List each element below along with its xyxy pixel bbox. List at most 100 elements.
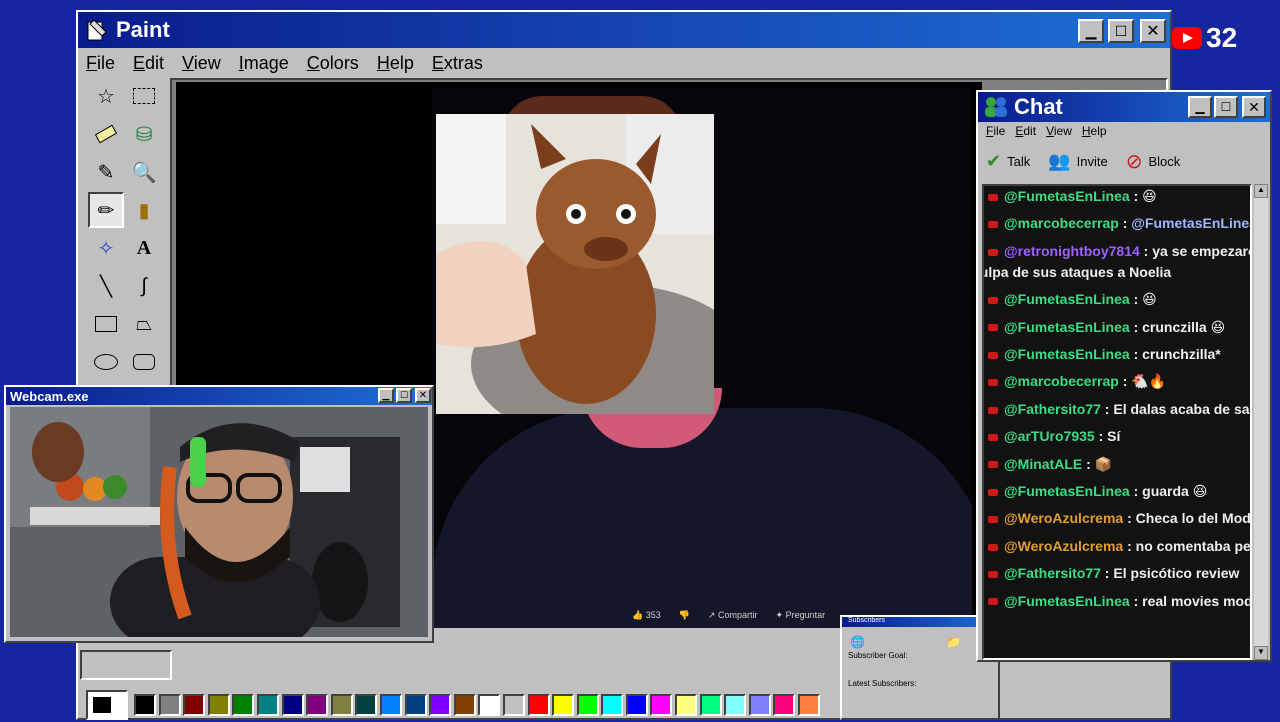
maximize-button[interactable]: ☐ — [1108, 19, 1134, 43]
palette-color[interactable] — [601, 694, 624, 716]
chat-log[interactable]: @FumetasEnLinea : 😆 @marcobecerrap : @Fum… — [982, 184, 1252, 660]
chat-maximize-button[interactable]: ☐ — [1214, 96, 1238, 118]
menu-extras[interactable]: Extras — [432, 53, 483, 74]
webcam-maximize-button[interactable]: ☐ — [396, 388, 412, 403]
brush-icon[interactable]: ▮ — [126, 192, 162, 228]
curve-icon[interactable]: ∫ — [126, 268, 162, 304]
palette-color[interactable] — [330, 694, 353, 716]
eraser-icon[interactable] — [88, 116, 124, 152]
chat-menu-help[interactable]: Help — [1082, 124, 1107, 138]
chat-username[interactable]: @FumetasEnLinea — [1004, 188, 1130, 204]
chat-titlebar[interactable]: Chat ▁ ☐ ✕ — [978, 92, 1270, 122]
webcam-titlebar[interactable]: Webcam.exe ▁ ☐ ✕ — [6, 387, 432, 405]
webcam-close-button[interactable]: ✕ — [415, 388, 431, 403]
chat-username[interactable]: @FumetasEnLinea — [1004, 319, 1130, 335]
share-button[interactable]: ↗ Compartir — [708, 610, 758, 621]
chat-username[interactable]: @arTUro7935 — [1004, 428, 1095, 444]
chat-username[interactable]: @FumetasEnLinea — [1004, 346, 1130, 362]
chat-username[interactable]: @MinatALE — [1004, 456, 1082, 472]
close-button[interactable]: ✕ — [1140, 19, 1166, 43]
chat-scrollbar[interactable]: ▲ ▼ — [1254, 184, 1268, 660]
rectangle-icon[interactable] — [88, 306, 124, 342]
chat-username[interactable]: @FumetasEnLinea — [1004, 291, 1130, 307]
pencil-icon[interactable]: ✏ — [88, 192, 124, 228]
palette-color[interactable] — [158, 694, 181, 716]
palette-color[interactable] — [478, 694, 501, 716]
fill-bucket-icon[interactable]: ⛁ — [126, 116, 162, 152]
chat-menu-view[interactable]: View — [1046, 124, 1072, 138]
palette-color[interactable] — [355, 694, 378, 716]
chat-menu-edit[interactable]: Edit — [1015, 124, 1036, 138]
palette-color[interactable] — [527, 694, 550, 716]
palette-color[interactable] — [281, 694, 304, 716]
palette-color[interactable] — [134, 694, 156, 716]
palette-color[interactable] — [256, 694, 279, 716]
palette-color[interactable] — [675, 694, 698, 716]
menu-file[interactable]: File — [86, 53, 115, 74]
ask-button[interactable]: ✦ Preguntar — [776, 610, 826, 621]
invite-button[interactable]: 👥 Invite — [1048, 151, 1108, 172]
color-picker-icon[interactable]: ✎ — [88, 154, 124, 190]
talk-button[interactable]: ✔ Talk — [986, 151, 1030, 172]
palette-color[interactable] — [699, 694, 722, 716]
paint-app-icon — [87, 19, 107, 41]
chat-username[interactable]: @FumetasEnLinea — [1004, 483, 1130, 499]
palette-color[interactable] — [207, 694, 230, 716]
palette-color[interactable] — [429, 694, 452, 716]
menu-image[interactable]: Image — [239, 53, 289, 74]
like-button[interactable]: 👍 353 — [632, 610, 661, 621]
chat-username[interactable]: @FumetasEnLinea — [1004, 593, 1130, 609]
palette-color[interactable] — [404, 694, 427, 716]
rounded-rect-icon[interactable] — [126, 344, 162, 380]
menu-view[interactable]: View — [182, 53, 221, 74]
scroll-down-arrow[interactable]: ▼ — [1254, 646, 1268, 660]
airbrush-icon[interactable]: ✧ — [88, 230, 124, 266]
chat-username[interactable]: @Fathersito77 — [1004, 565, 1101, 581]
palette-color[interactable] — [552, 694, 575, 716]
palette-color[interactable] — [183, 694, 206, 716]
chat-username[interactable]: @Fathersito77 — [1004, 401, 1101, 417]
palette-color[interactable] — [650, 694, 673, 716]
rect-select-icon[interactable] — [126, 78, 162, 114]
chat-separator: : — [1100, 565, 1114, 582]
chat-text: 📦 — [1094, 455, 1113, 472]
menu-help[interactable]: Help — [377, 53, 414, 74]
chat-username[interactable]: @WeroAzulcrema — [1004, 510, 1123, 526]
scroll-up-arrow[interactable]: ▲ — [1254, 184, 1268, 198]
ellipse-icon[interactable] — [88, 344, 124, 380]
palette-color[interactable] — [724, 694, 747, 716]
youtube-logo-icon — [1172, 27, 1202, 49]
palette-color[interactable] — [502, 694, 525, 716]
chat-menu-file[interactable]: File — [986, 124, 1005, 138]
palette-color[interactable] — [625, 694, 648, 716]
chat-username[interactable]: @marcobecerrap — [1004, 215, 1119, 231]
block-button[interactable]: ⊘ Block — [1126, 149, 1181, 174]
palette-color[interactable] — [379, 694, 402, 716]
webcam-minimize-button[interactable]: ▁ — [378, 388, 394, 403]
chat-username[interactable]: @WeroAzulcrema — [1004, 538, 1123, 554]
chat-username[interactable]: @marcobecerrap — [1004, 373, 1119, 389]
palette-color[interactable] — [453, 694, 476, 716]
palette-color[interactable] — [748, 694, 771, 716]
chat-message: @FumetasEnLinea : real movies mod en la … — [988, 593, 1250, 609]
current-colors[interactable] — [86, 690, 128, 720]
text-icon[interactable]: A — [126, 230, 162, 266]
chat-username[interactable]: @retronightboy7814 — [1004, 243, 1140, 259]
palette-color[interactable] — [773, 694, 796, 716]
palette-color[interactable] — [232, 694, 255, 716]
paint-titlebar[interactable]: Paint ▁ ☐ ✕ — [78, 12, 1170, 48]
line-icon[interactable]: ╲ — [88, 268, 124, 304]
palette-color[interactable] — [576, 694, 599, 716]
dislike-button[interactable]: 👎 — [679, 610, 690, 621]
chat-minimize-button[interactable]: ▁ — [1188, 96, 1212, 118]
menu-colors[interactable]: Colors — [307, 53, 359, 74]
polygon-icon[interactable]: ⏢ — [126, 306, 162, 342]
palette-color[interactable] — [306, 694, 329, 716]
free-select-icon[interactable]: ☆ — [88, 78, 124, 114]
menu-edit[interactable]: Edit — [133, 53, 164, 74]
chat-close-button[interactable]: ✕ — [1242, 96, 1266, 118]
palette-color[interactable] — [798, 694, 821, 716]
magnifier-icon[interactable]: 🔍 — [126, 154, 162, 190]
paint-menubar: File Edit View Image Colors Help Extras — [78, 48, 1170, 78]
minimize-button[interactable]: ▁ — [1078, 19, 1104, 43]
